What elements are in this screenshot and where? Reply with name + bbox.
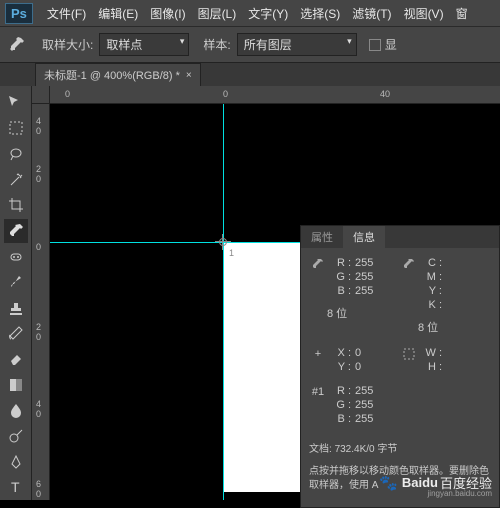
stamp-tool[interactable] — [4, 296, 28, 320]
healing-tool[interactable] — [4, 245, 28, 269]
watermark-brand: Baidu — [402, 475, 438, 490]
menu-file[interactable]: 文件(F) — [41, 5, 92, 22]
tab-info[interactable]: 信息 — [343, 226, 385, 248]
menu-view[interactable]: 视图(V) — [398, 5, 450, 22]
info-g-value: 255 — [355, 271, 373, 283]
sample-size-label: 取样大小: — [42, 36, 93, 53]
info-panel: 属性 信息 R :255 G :255 B :255 8 位 C : M : Y… — [300, 225, 500, 508]
menu-text[interactable]: 文字(Y) — [242, 5, 294, 22]
menu-bar: Ps 文件(F) 编辑(E) 图像(I) 图层(L) 文字(Y) 选择(S) 滤… — [0, 0, 500, 26]
type-tool[interactable]: T — [4, 475, 28, 499]
paw-icon: 🐾 — [379, 474, 398, 492]
color-sample-point[interactable]: 1 — [215, 234, 231, 250]
sample-dropdown[interactable]: 所有图层 — [237, 33, 357, 56]
eraser-tool[interactable] — [4, 347, 28, 371]
options-bar: 取样大小: 取样点 样本: 所有图层 显 — [0, 26, 500, 62]
info-depth2: 8 位 — [418, 319, 438, 335]
wand-tool[interactable] — [4, 168, 28, 192]
menu-layer[interactable]: 图层(L) — [192, 5, 243, 22]
crop-tool[interactable] — [4, 194, 28, 218]
document-tab-bar: 未标题-1 @ 400%(RGB/8) * × — [0, 62, 500, 86]
info-b-value: 255 — [355, 285, 373, 297]
eyedropper-tool[interactable] — [4, 219, 28, 243]
history-brush-tool[interactable] — [4, 322, 28, 346]
document-tab[interactable]: 未标题-1 @ 400%(RGB/8) * × — [35, 63, 201, 86]
blur-tool[interactable] — [4, 399, 28, 423]
marquee-tool[interactable] — [4, 117, 28, 141]
show-checkbox-label: 显 — [385, 36, 397, 53]
sample-label: 样本: — [203, 36, 230, 53]
eyedropper-icon — [309, 256, 327, 336]
panel-tabs: 属性 信息 — [301, 226, 499, 248]
doc-size-value: 732.4K/0 字节 — [335, 444, 398, 455]
show-ring-checkbox[interactable] — [369, 39, 381, 51]
menu-select[interactable]: 选择(S) — [294, 5, 346, 22]
dimensions-icon — [400, 346, 418, 374]
menu-filter[interactable]: 滤镜(T) — [346, 5, 397, 22]
move-tool[interactable] — [4, 91, 28, 115]
eyedropper-tool-icon — [8, 36, 26, 54]
close-icon[interactable]: × — [186, 70, 192, 81]
sampler-b: 255 — [355, 413, 373, 425]
eyedropper-icon — [400, 256, 418, 336]
dodge-tool[interactable] — [4, 424, 28, 448]
tab-properties[interactable]: 属性 — [301, 226, 343, 248]
menu-edit[interactable]: 编辑(E) — [92, 5, 144, 22]
pen-tool[interactable] — [4, 450, 28, 474]
crosshair-icon: + — [309, 346, 327, 374]
info-depth: 8 位 — [327, 305, 347, 321]
guide-vertical[interactable] — [223, 104, 224, 500]
menu-image[interactable]: 图像(I) — [144, 5, 191, 22]
ruler-corner — [32, 86, 50, 104]
watermark-url: jingyan.baidu.com — [428, 489, 492, 498]
gradient-tool[interactable] — [4, 373, 28, 397]
watermark: 🐾 Baidu 百度经验 jingyan.baidu.com — [379, 473, 492, 492]
sample-size-dropdown[interactable]: 取样点 — [99, 33, 189, 56]
toolbox: T — [0, 86, 32, 500]
document-tab-title: 未标题-1 @ 400%(RGB/8) * — [44, 67, 180, 83]
svg-text:T: T — [11, 479, 20, 495]
lasso-tool[interactable] — [4, 142, 28, 166]
info-r-value: 255 — [355, 257, 373, 269]
sampler-g: 255 — [355, 399, 373, 411]
doc-size-label: 文档: — [309, 444, 332, 455]
menu-window[interactable]: 窗 — [450, 5, 474, 22]
sampler-r: 255 — [355, 385, 373, 397]
sample-number: #1 — [309, 384, 327, 426]
ruler-horizontal[interactable]: 0 0 40 — [50, 86, 500, 104]
ruler-vertical[interactable]: 40 20 0 20 40 60 — [32, 104, 50, 500]
brush-tool[interactable] — [4, 270, 28, 294]
info-x-value: 0 — [355, 347, 361, 359]
app-logo: Ps — [5, 3, 33, 24]
info-y-coord: 0 — [355, 361, 361, 373]
